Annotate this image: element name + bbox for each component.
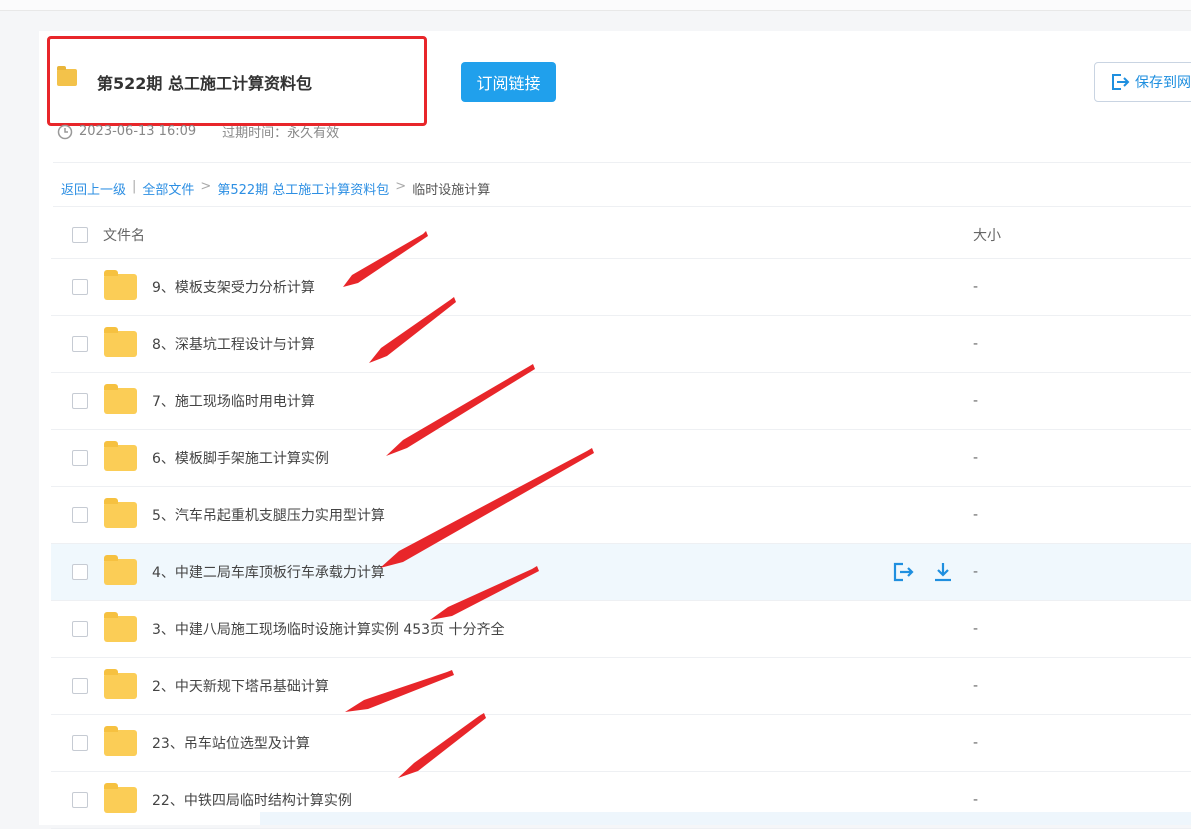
row-checkbox[interactable] (72, 735, 88, 751)
row-checkbox[interactable] (72, 792, 88, 808)
row-checkbox[interactable] (72, 450, 88, 466)
download-icon[interactable] (931, 561, 955, 583)
folder-icon (104, 669, 137, 699)
table-row[interactable]: 7、施工现场临时用电计算 - (51, 373, 1191, 430)
annotation-highlight-box (47, 36, 427, 126)
breadcrumb: 返回上一级 | 全部文件 > 第522期 总工施工计算资料包 > 临时设施计算 (61, 179, 490, 198)
breadcrumb-separator: | (132, 179, 137, 194)
file-name[interactable]: 9、模板支架受力分析计算 (152, 277, 315, 297)
row-checkbox[interactable] (72, 678, 88, 694)
table-row[interactable]: 9、模板支架受力分析计算 - (51, 259, 1191, 316)
folder-icon (104, 327, 137, 357)
table-row[interactable]: 23、吊车站位选型及计算 - (51, 715, 1191, 772)
bottom-strip (260, 812, 1191, 825)
expire-text: 过期时间：永久有效 (222, 126, 340, 141)
save-icon (1112, 74, 1130, 90)
table-header: 文件名 大小 (51, 212, 1191, 259)
all-files-link[interactable]: 全部文件 (142, 179, 194, 198)
subscribe-button[interactable]: 订阅链接 (461, 62, 556, 102)
save-icon[interactable] (891, 561, 915, 583)
file-name[interactable]: 6、模板脚手架施工计算实例 (152, 448, 329, 468)
breadcrumb-arrow: > (200, 179, 212, 194)
divider (53, 162, 1191, 163)
row-checkbox[interactable] (72, 564, 88, 580)
file-size: - (973, 279, 979, 295)
folder-icon (104, 441, 137, 471)
file-size: - (973, 678, 979, 694)
folder-icon (104, 783, 137, 813)
file-name[interactable]: 23、吊车站位选型及计算 (152, 733, 310, 753)
file-size: - (973, 336, 979, 352)
parent-folder-link[interactable]: 第522期 总工施工计算资料包 (217, 179, 389, 198)
row-checkbox[interactable] (72, 393, 88, 409)
table-row[interactable]: 6、模板脚手架施工计算实例 - (51, 430, 1191, 487)
folder-icon (104, 384, 137, 414)
table-row[interactable]: 3、中建八局施工现场临时设施计算实例 453页 十分齐全 - (51, 601, 1191, 658)
save-to-drive-button[interactable]: 保存到网 (1094, 62, 1191, 102)
file-name[interactable]: 2、中天新规下塔吊基础计算 (152, 676, 329, 696)
file-name[interactable]: 22、中铁四局临时结构计算实例 (152, 790, 352, 810)
back-link[interactable]: 返回上一级 (61, 179, 126, 198)
file-name[interactable]: 8、深基坑工程设计与计算 (152, 334, 315, 354)
table-row[interactable]: 8、深基坑工程设计与计算 - (51, 316, 1191, 373)
file-list: 9、模板支架受力分析计算 - 8、深基坑工程设计与计算 - 7、施工现场临时用电… (51, 259, 1191, 829)
folder-icon (104, 612, 137, 642)
divider (53, 206, 1191, 207)
row-actions (891, 561, 955, 583)
table-row[interactable]: 5、汽车吊起重机支腿压力实用型计算 - (51, 487, 1191, 544)
file-name[interactable]: 3、中建八局施工现场临时设施计算实例 453页 十分齐全 (152, 619, 505, 639)
table-row[interactable]: 4、中建二局车库顶板行车承载力计算 - (51, 544, 1191, 601)
table-row[interactable]: 2、中天新规下塔吊基础计算 - (51, 658, 1191, 715)
save-label: 保存到网 (1135, 75, 1191, 91)
breadcrumb-arrow: > (395, 179, 407, 194)
select-all-checkbox[interactable] (72, 227, 88, 243)
file-size: - (973, 564, 979, 580)
folder-icon (104, 726, 137, 756)
row-checkbox[interactable] (72, 336, 88, 352)
folder-icon (104, 270, 137, 300)
folder-icon (104, 555, 137, 585)
share-date: 2023-06-13 16:09 (79, 124, 197, 139)
current-folder: 临时设施计算 (412, 183, 491, 198)
file-name[interactable]: 7、施工现场临时用电计算 (152, 391, 315, 411)
column-size: 大小 (973, 228, 1001, 244)
file-name[interactable]: 4、中建二局车库顶板行车承载力计算 (152, 562, 385, 582)
file-size: - (973, 507, 979, 523)
file-name[interactable]: 5、汽车吊起重机支腿压力实用型计算 (152, 505, 385, 525)
file-size: - (973, 393, 979, 409)
column-filename: 文件名 (103, 228, 145, 244)
share-meta: 2023-06-13 16:09 过期时间：永久有效 (57, 122, 339, 141)
file-size: - (973, 735, 979, 751)
clock-icon (57, 124, 73, 139)
file-size: - (973, 450, 979, 466)
file-size: - (973, 792, 979, 808)
folder-icon (104, 498, 137, 528)
row-checkbox[interactable] (72, 621, 88, 637)
top-bar (0, 0, 1191, 11)
row-checkbox[interactable] (72, 279, 88, 295)
file-size: - (973, 621, 979, 637)
row-checkbox[interactable] (72, 507, 88, 523)
